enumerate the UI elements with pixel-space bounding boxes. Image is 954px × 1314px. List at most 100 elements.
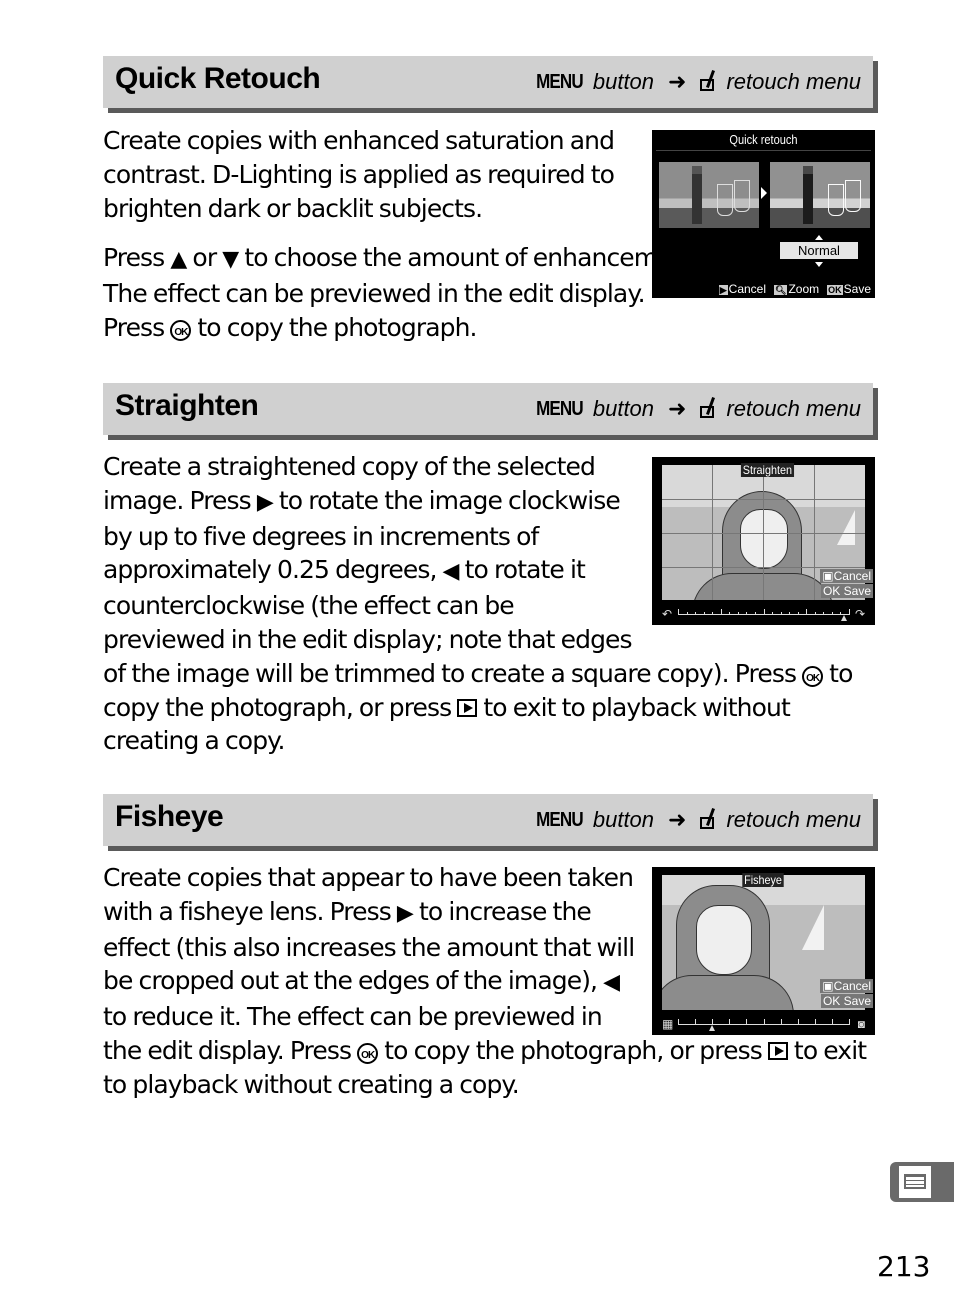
playback-button-icon [457, 698, 478, 717]
paragraph: Create copies with enhanced saturation a… [103, 126, 615, 223]
slider-tick [797, 1019, 799, 1025]
slider-tick [678, 1019, 679, 1025]
right-arrow-icon: ▶ [396, 900, 414, 926]
button-label: button [592, 807, 655, 832]
amount-selector[interactable]: Normal [780, 242, 858, 259]
arrow-right-icon: ➜ [668, 69, 687, 94]
ok-icon: OK [827, 285, 843, 295]
menu-path: MENU button ➜ retouch menu [532, 807, 861, 833]
slider-tick [695, 612, 697, 615]
playback-icon: ▶ [718, 285, 728, 295]
section-header-quick-retouch: Quick Retouch MENU button ➜ retouch menu [103, 56, 873, 108]
up-arrow-icon: ▲ [170, 247, 187, 272]
button-label: button [592, 69, 655, 94]
down-arrow-icon [815, 262, 823, 267]
text: or [186, 243, 223, 272]
slider-tick [712, 612, 714, 615]
slider-marker[interactable] [709, 1025, 716, 1031]
slider-tick [849, 609, 850, 615]
fisheye-slider[interactable] [678, 1019, 850, 1031]
target-menu: retouch menu [726, 69, 861, 94]
screen-title: Quick retouch [729, 132, 798, 147]
original-thumbnail [659, 162, 759, 228]
section-title: Quick Retouch [115, 62, 321, 95]
fisheye-screen: Fisheye ▣Cancel OK Save ▦ ◙ [652, 867, 875, 1035]
section-header-straighten: Straighten MENU button ➜ retouch menu [103, 383, 873, 435]
slider-tick [763, 1019, 765, 1025]
slider-tick [686, 612, 688, 615]
menu-list-icon [899, 1166, 931, 1198]
slider-tick [806, 609, 808, 615]
menu-label: MENU [536, 808, 584, 831]
screen-title: Fisheye [742, 873, 784, 887]
slider-tick [772, 612, 774, 615]
quick-retouch-screen: Quick retouch Normal ▶ Cancel 🔍︎ Zoom OK Sa… [652, 130, 875, 298]
menu-path: MENU button ➜ retouch menu [532, 69, 861, 95]
section-header-fisheye: Fisheye MENU button ➜ retouch menu [103, 794, 873, 846]
left-arrow-icon: ◀ [442, 559, 460, 585]
slider-tick [763, 609, 765, 615]
text: to copy the photograph. [191, 312, 477, 342]
slider-tick [746, 612, 748, 615]
slider-tick [814, 1019, 816, 1025]
slider-tick [754, 612, 756, 615]
fisheye-icon: ◙ [857, 1017, 865, 1031]
text: Press [103, 243, 171, 272]
slider-tick [729, 1019, 731, 1025]
slider-tick [746, 1019, 748, 1025]
slider-tick [720, 609, 722, 615]
target-menu: retouch menu [726, 807, 861, 832]
playback-button-icon [767, 1041, 788, 1060]
cancel-hint: ▣Cancel [820, 569, 873, 583]
arrow-right-icon [761, 187, 767, 199]
grid-icon: ▦ [662, 1017, 674, 1031]
text: to copy the photograph, or press [378, 1035, 768, 1065]
section-title: Fisheye [115, 800, 224, 833]
slider-marker[interactable] [840, 615, 847, 621]
zoom-icon: 🔍︎ [774, 285, 788, 295]
slider-tick [703, 612, 705, 615]
save-hint: OK Save [820, 994, 873, 1008]
ok-button-icon: OK [170, 319, 192, 341]
straighten-screen: Straighten ▣Cancel OK Save ↶ ↷ [652, 457, 875, 625]
divider [656, 150, 871, 151]
right-arrow-icon: ▶ [256, 489, 274, 515]
slider-tick [695, 1019, 697, 1025]
slider-tick [823, 612, 825, 615]
rotate-right-icon: ↷ [854, 607, 865, 621]
zoom-hint: 🔍︎ Zoom [774, 282, 820, 296]
retouch-brush-icon [700, 811, 718, 829]
screen-title: Straighten [740, 463, 794, 477]
section-title: Straighten [115, 389, 259, 422]
slider-tick [678, 609, 679, 615]
rotate-left-icon: ↶ [662, 607, 673, 621]
paragraph: Press ▲ or ▼ to choose the amount of enh… [103, 241, 704, 344]
slider-tick [849, 1019, 850, 1025]
down-arrow-icon: ▼ [222, 247, 239, 272]
slider-tick [780, 1019, 782, 1025]
menu-label: MENU [536, 70, 584, 93]
target-menu: retouch menu [726, 396, 861, 421]
slider-tick [789, 612, 791, 615]
page-number: 213 [877, 1250, 931, 1283]
retouch-brush-icon [700, 73, 718, 91]
arrow-right-icon: ➜ [668, 396, 687, 421]
screen-footer: ▶ Cancel 🔍︎ Zoom OK Save [718, 282, 871, 296]
button-label: button [592, 396, 655, 421]
slider-tick [814, 612, 816, 615]
cancel-hint: ▶ Cancel [718, 282, 767, 296]
cancel-hint: ▣Cancel [820, 979, 873, 993]
save-hint: OK Save [820, 584, 873, 598]
slider-tick [831, 612, 833, 615]
slider-tick [797, 612, 799, 615]
save-hint: OK Save [827, 282, 871, 296]
retouch-menu-tab[interactable] [890, 1162, 954, 1202]
rotation-slider[interactable] [678, 609, 850, 621]
menu-path: MENU button ➜ retouch menu [532, 396, 861, 422]
slider-tick [780, 612, 782, 615]
arrow-right-icon: ➜ [668, 807, 687, 832]
menu-label: MENU [536, 397, 584, 420]
retouch-brush-icon [700, 400, 718, 418]
ok-button-icon: OK [357, 1042, 379, 1064]
slider-tick [729, 612, 731, 615]
